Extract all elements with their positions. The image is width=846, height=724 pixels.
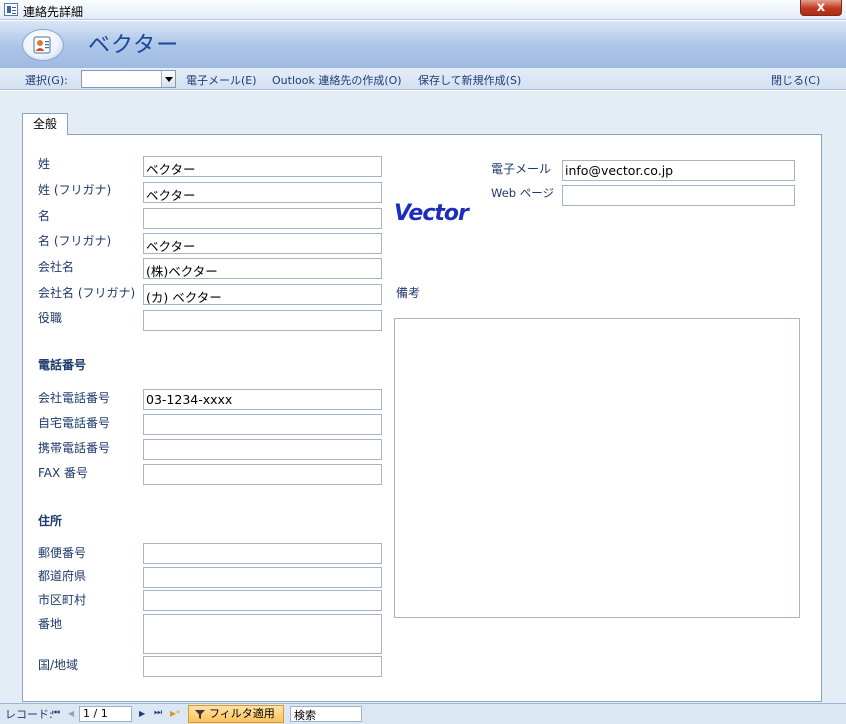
- email-link[interactable]: 電子メール(E): [186, 72, 257, 88]
- email-field[interactable]: info@vector.co.jp: [562, 160, 795, 181]
- record-navigation-bar: レコード: ⏮ ◀ 1 / 1 ▶ ⏭ ▶* フィルタ適用 検索: [0, 703, 846, 724]
- country-label: 国/地域: [38, 658, 79, 672]
- form-header: ベクター: [0, 20, 846, 68]
- mobile-phone-field[interactable]: [143, 439, 382, 460]
- form-icon: [4, 3, 18, 16]
- notes-label: 備考: [396, 286, 421, 300]
- window-titlebar: 連絡先詳細 x: [0, 0, 846, 20]
- job-title-label: 役職: [38, 311, 63, 325]
- filter-button[interactable]: フィルタ適用: [188, 705, 284, 723]
- notes-field[interactable]: [394, 318, 800, 618]
- search-input[interactable]: 検索: [290, 706, 362, 722]
- first-record-icon[interactable]: ⏮: [52, 708, 60, 718]
- fax-label: FAX 番号: [38, 466, 89, 480]
- web-page-field[interactable]: [562, 185, 795, 206]
- city-field[interactable]: [143, 590, 382, 611]
- window-close-button[interactable]: x: [800, 0, 842, 16]
- person-icon: [33, 36, 51, 54]
- company-label: 会社名: [38, 260, 75, 274]
- new-record-icon[interactable]: ▶*: [170, 709, 180, 718]
- company-field[interactable]: (株)ベクター: [143, 258, 382, 279]
- first-name-kana-label: 名 (フリガナ): [38, 234, 112, 248]
- save-and-new-link[interactable]: 保存して新規作成(S): [418, 72, 521, 88]
- create-outlook-contact-link[interactable]: Outlook 連絡先の作成(O): [272, 72, 402, 88]
- last-name-kana-field[interactable]: ベクター: [143, 182, 382, 203]
- mobile-phone-label: 携帯電話番号: [38, 441, 111, 455]
- filter-label: フィルタ適用: [209, 707, 275, 720]
- contact-card-icon: [22, 29, 64, 61]
- street-label: 番地: [38, 617, 63, 631]
- job-title-field[interactable]: [143, 310, 382, 331]
- first-name-kana-field[interactable]: ベクター: [143, 233, 382, 254]
- company-kana-label: 会社名 (フリガナ): [38, 286, 136, 300]
- last-record-icon[interactable]: ⏭: [154, 708, 162, 718]
- select-label: 選択(G):: [25, 74, 68, 87]
- prefecture-label: 都道府県: [38, 569, 87, 583]
- company-logo: Vector: [394, 201, 469, 226]
- chevron-down-icon[interactable]: [161, 71, 175, 87]
- city-label: 市区町村: [38, 593, 87, 607]
- last-name-field[interactable]: ベクター: [143, 156, 382, 177]
- funnel-icon: [195, 710, 205, 719]
- address-heading: 住所: [38, 514, 63, 528]
- select-combo[interactable]: [81, 70, 176, 88]
- window-title: 連絡先詳細: [23, 5, 84, 19]
- company-kana-field[interactable]: (カ) ベクター: [143, 284, 382, 305]
- previous-record-icon[interactable]: ◀: [68, 709, 74, 718]
- prefecture-field[interactable]: [143, 567, 382, 588]
- last-name-kana-label: 姓 (フリガナ): [38, 183, 112, 197]
- close-link[interactable]: 閉じる(C): [771, 72, 820, 88]
- next-record-icon[interactable]: ▶: [139, 709, 145, 718]
- street-field[interactable]: [143, 614, 382, 654]
- first-name-field[interactable]: [143, 208, 382, 229]
- record-position-input[interactable]: 1 / 1: [79, 706, 132, 722]
- form-toolbar: 選択(G): 電子メール(E) Outlook 連絡先の作成(O) 保存して新規…: [0, 68, 846, 90]
- phone-heading: 電話番号: [38, 358, 87, 372]
- first-name-label: 名: [38, 209, 51, 223]
- home-phone-label: 自宅電話番号: [38, 416, 111, 430]
- email-label: 電子メール: [491, 162, 552, 176]
- home-phone-field[interactable]: [143, 414, 382, 435]
- last-name-label: 姓: [38, 157, 51, 171]
- web-page-label: Web ページ: [491, 186, 554, 200]
- postal-code-field[interactable]: [143, 543, 382, 564]
- record-label: レコード:: [5, 708, 53, 721]
- form-title: ベクター: [88, 33, 180, 58]
- postal-code-label: 郵便番号: [38, 546, 87, 560]
- country-field[interactable]: [143, 656, 382, 677]
- business-phone-field[interactable]: 03-1234-xxxx: [143, 389, 382, 410]
- tab-general[interactable]: 全般: [22, 113, 68, 135]
- business-phone-label: 会社電話番号: [38, 391, 111, 405]
- fax-field[interactable]: [143, 464, 382, 485]
